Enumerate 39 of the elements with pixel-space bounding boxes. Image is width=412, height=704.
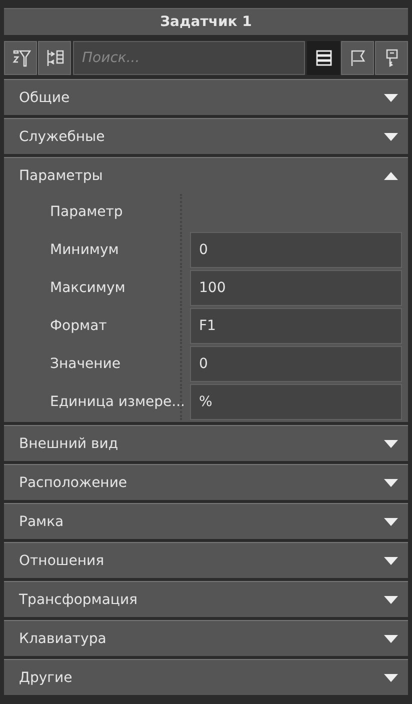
- section-header[interactable]: Другие: [4, 659, 408, 695]
- property-label: Формат: [50, 318, 107, 334]
- expand-arrow-icon: [384, 94, 398, 102]
- property-value-field[interactable]: F1: [190, 308, 402, 344]
- expand-arrow-icon: [384, 478, 398, 486]
- sort-filter-icon: [10, 48, 30, 68]
- section-header[interactable]: Общие: [4, 79, 408, 115]
- property-label: Максимум: [50, 280, 126, 296]
- property-value-field[interactable]: 100: [190, 270, 402, 306]
- list-icon: [314, 48, 334, 68]
- view-tab[interactable]: [307, 41, 340, 75]
- property-value-field[interactable]: %: [190, 384, 402, 420]
- section-header[interactable]: Служебные: [4, 118, 408, 154]
- expand-arrow-icon: [384, 556, 398, 564]
- collapse-arrow-icon: [384, 172, 398, 180]
- toolbar-button[interactable]: [38, 41, 71, 75]
- property-label: Параметр: [50, 204, 123, 220]
- section-header[interactable]: Трансформация: [4, 581, 408, 617]
- expand-arrow-icon: [384, 634, 398, 642]
- expand-arrow-icon: [384, 596, 398, 604]
- toolbar-button[interactable]: [4, 41, 37, 75]
- section-header[interactable]: Отношения: [4, 542, 408, 578]
- section-header[interactable]: Внешний вид: [4, 425, 408, 461]
- section-header[interactable]: Клавиатура: [4, 620, 408, 656]
- property-label: Значение: [50, 356, 120, 372]
- property-value-field[interactable]: 0: [190, 346, 402, 382]
- property-value-field[interactable]: 0: [190, 232, 402, 268]
- property-label: Минимум: [50, 242, 119, 258]
- panel-title: Задатчик 1: [160, 14, 252, 30]
- section-header[interactable]: Расположение: [4, 464, 408, 500]
- expand-arrow-icon: [384, 132, 398, 140]
- expand-arrow-icon: [384, 674, 398, 682]
- tree-arrows-icon: [44, 48, 64, 68]
- section-header[interactable]: Параметры: [4, 157, 408, 193]
- property-label: Единица измере...: [50, 394, 186, 410]
- search-field[interactable]: Поиск...: [73, 41, 305, 75]
- section-header[interactable]: Рамка: [4, 503, 408, 539]
- expand-arrow-icon: [384, 440, 398, 448]
- expand-arrow-icon: [384, 518, 398, 526]
